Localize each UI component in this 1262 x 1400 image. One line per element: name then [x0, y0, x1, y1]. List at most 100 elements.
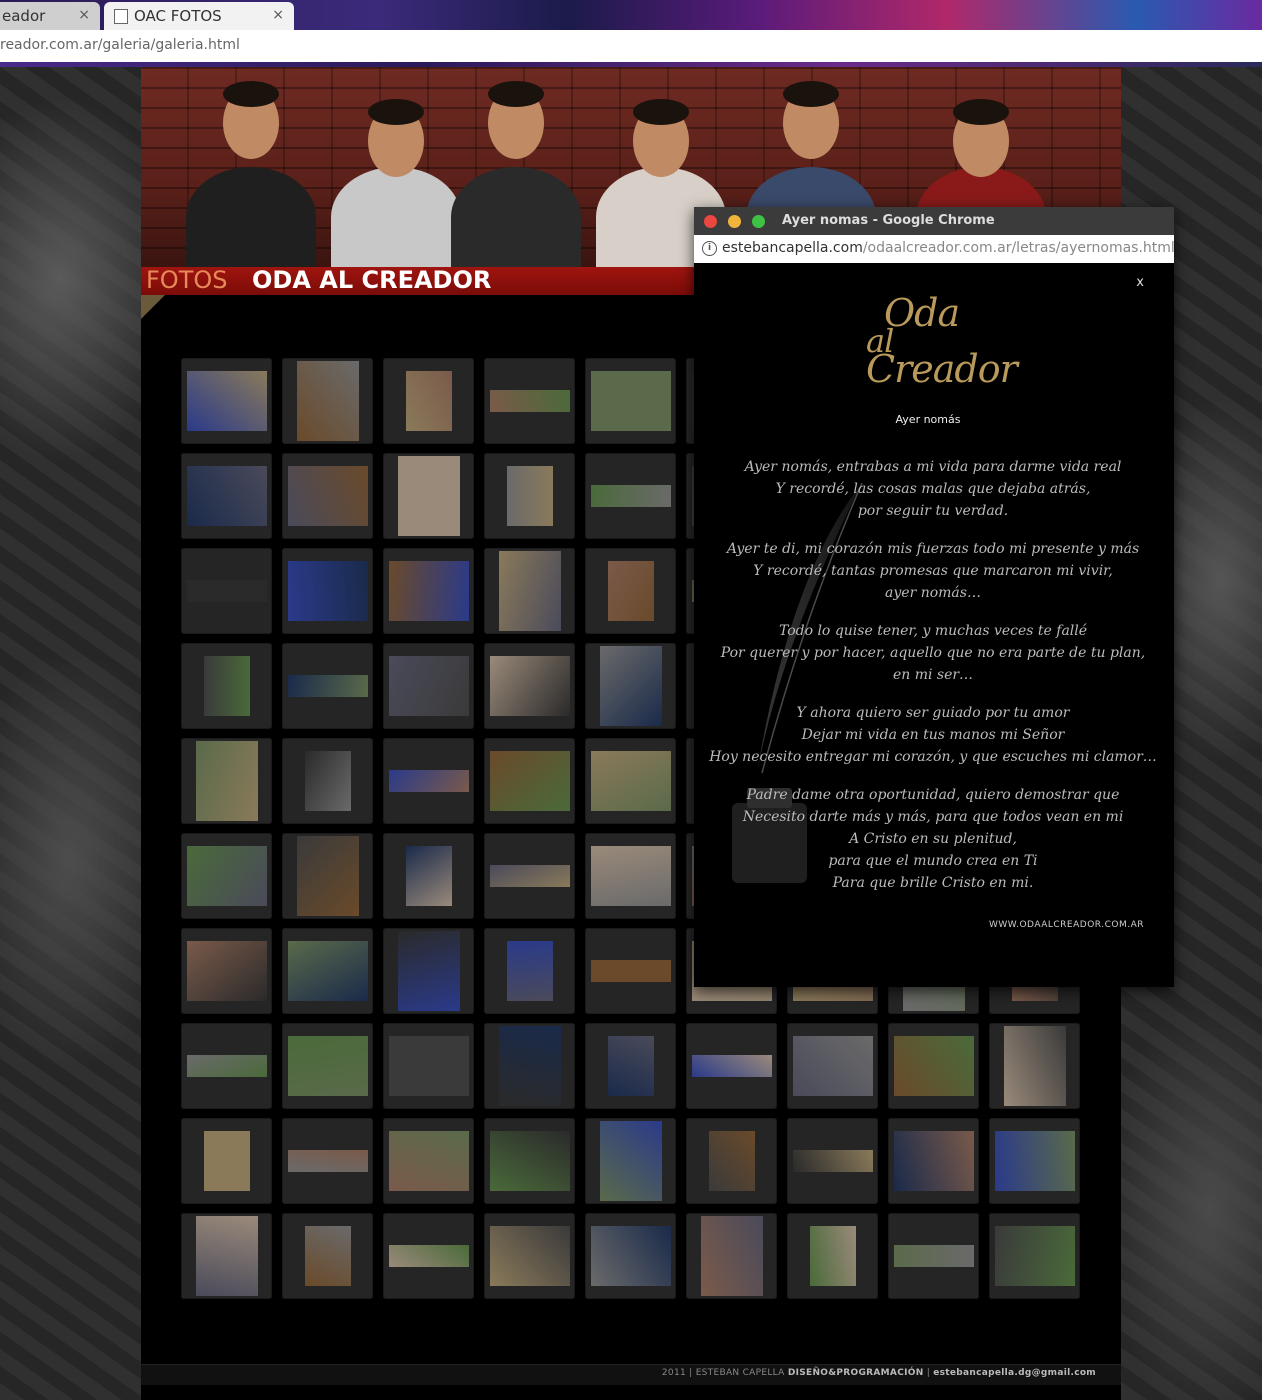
gallery-photo-thumbnail[interactable] [282, 453, 373, 539]
browser-tab-active[interactable]: OAC FOTOS × [104, 2, 294, 30]
gallery-photo-thumbnail[interactable] [585, 453, 676, 539]
close-window-icon[interactable] [704, 215, 717, 228]
lyric-stanza: Todo lo quise tener, y muchas veces te f… [694, 620, 1172, 686]
gallery-photo-thumbnail[interactable] [585, 1118, 676, 1204]
gallery-photo-thumbnail[interactable] [282, 1213, 373, 1299]
photo-image [287, 1036, 368, 1096]
photo-image [506, 466, 553, 526]
gallery-photo-thumbnail[interactable] [484, 928, 575, 1014]
tab-label: OAC FOTOS [134, 7, 222, 25]
band-member-hair [633, 99, 689, 125]
band-member-hair [488, 81, 544, 107]
gallery-photo-thumbnail[interactable] [787, 1118, 878, 1204]
popup-address-bar[interactable]: i estebancapella.com/odaalcreador.com.ar… [694, 235, 1175, 264]
gallery-photo-thumbnail[interactable] [585, 833, 676, 919]
website-link[interactable]: WWW.ODAALCREADOR.COM.AR [989, 920, 1144, 930]
gallery-photo-thumbnail[interactable] [181, 1023, 272, 1109]
browser-tab[interactable]: eador × [0, 2, 100, 30]
lyrics-content: x Oda al Creador Ayer nomás Ayer nomás, … [694, 263, 1174, 987]
gallery-photo-thumbnail[interactable] [383, 643, 474, 729]
gallery-photo-thumbnail[interactable] [787, 1213, 878, 1299]
photo-image [287, 1150, 368, 1172]
photo-image [607, 1036, 654, 1096]
gallery-photo-thumbnail[interactable] [585, 358, 676, 444]
gallery-photo-thumbnail[interactable] [686, 1213, 777, 1299]
tab-close-icon[interactable]: × [272, 2, 284, 28]
gallery-photo-thumbnail[interactable] [484, 358, 575, 444]
gallery-photo-thumbnail[interactable] [383, 453, 474, 539]
photo-image [304, 1226, 351, 1286]
gallery-photo-thumbnail[interactable] [989, 1118, 1080, 1204]
gallery-photo-thumbnail[interactable] [787, 1023, 878, 1109]
gallery-photo-thumbnail[interactable] [181, 833, 272, 919]
gallery-photo-thumbnail[interactable] [484, 833, 575, 919]
gallery-photo-thumbnail[interactable] [383, 928, 474, 1014]
gallery-photo-thumbnail[interactable] [989, 1213, 1080, 1299]
gallery-photo-thumbnail[interactable] [181, 643, 272, 729]
gallery-photo-thumbnail[interactable] [484, 643, 575, 729]
photo-image [186, 466, 267, 526]
minimize-window-icon[interactable] [728, 215, 741, 228]
lyric-line: Hoy necesito entregar mi corazón, y que … [709, 749, 1157, 765]
photo-image [195, 1216, 258, 1296]
gallery-photo-thumbnail[interactable] [484, 1213, 575, 1299]
photo-image [489, 1226, 570, 1286]
gallery-photo-thumbnail[interactable] [989, 1023, 1080, 1109]
address-url[interactable]: reador.com.ar/galeria/galeria.html [0, 37, 240, 53]
close-popup-link[interactable]: x [1136, 275, 1144, 290]
gallery-photo-thumbnail[interactable] [585, 928, 676, 1014]
gallery-photo-thumbnail[interactable] [383, 548, 474, 634]
gallery-photo-thumbnail[interactable] [484, 1118, 575, 1204]
gallery-photo-thumbnail[interactable] [888, 1118, 979, 1204]
gallery-photo-thumbnail[interactable] [181, 1118, 272, 1204]
gallery-photo-thumbnail[interactable] [282, 1023, 373, 1109]
gallery-photo-thumbnail[interactable] [383, 1213, 474, 1299]
gallery-photo-thumbnail[interactable] [484, 453, 575, 539]
song-title: Ayer nomás [895, 413, 961, 426]
lyric-line: Y recordé, tantas promesas que marcaron … [753, 563, 1113, 579]
lyric-line: Necesito darte más y más, para que todos… [742, 809, 1124, 825]
gallery-photo-thumbnail[interactable] [181, 928, 272, 1014]
gallery-photo-thumbnail[interactable] [484, 548, 575, 634]
gallery-photo-thumbnail[interactable] [585, 1213, 676, 1299]
gallery-photo-thumbnail[interactable] [585, 548, 676, 634]
gallery-photo-thumbnail[interactable] [686, 1023, 777, 1109]
gallery-photo-thumbnail[interactable] [383, 358, 474, 444]
gallery-photo-thumbnail[interactable] [282, 833, 373, 919]
gallery-photo-thumbnail[interactable] [484, 738, 575, 824]
gallery-photo-thumbnail[interactable] [282, 548, 373, 634]
gallery-photo-thumbnail[interactable] [282, 643, 373, 729]
gallery-photo-thumbnail[interactable] [282, 358, 373, 444]
tab-close-icon[interactable]: × [78, 2, 90, 28]
gallery-photo-thumbnail[interactable] [686, 1118, 777, 1204]
gallery-photo-thumbnail[interactable] [282, 928, 373, 1014]
gallery-photo-thumbnail[interactable] [585, 1023, 676, 1109]
gallery-photo-thumbnail[interactable] [383, 738, 474, 824]
gallery-photo-thumbnail[interactable] [282, 738, 373, 824]
gallery-photo-thumbnail[interactable] [888, 1023, 979, 1109]
gallery-photo-thumbnail[interactable] [282, 1118, 373, 1204]
gallery-photo-thumbnail[interactable] [181, 453, 272, 539]
photo-image [287, 561, 368, 621]
lyric-line: Y recordé, las cosas malas que dejaba at… [775, 481, 1091, 497]
gallery-photo-thumbnail[interactable] [181, 548, 272, 634]
gallery-photo-thumbnail[interactable] [383, 1023, 474, 1109]
gallery-photo-thumbnail[interactable] [585, 738, 676, 824]
photo-image [700, 1216, 763, 1296]
address-bar[interactable]: reador.com.ar/galeria/galeria.html [0, 30, 1262, 67]
photo-image [287, 941, 368, 1001]
gallery-photo-thumbnail[interactable] [383, 1118, 474, 1204]
info-icon[interactable]: i [702, 241, 717, 256]
gallery-photo-thumbnail[interactable] [484, 1023, 575, 1109]
maximize-window-icon[interactable] [752, 215, 765, 228]
gallery-photo-thumbnail[interactable] [383, 833, 474, 919]
footer-email-link[interactable]: estebancapella.dg@gmail.com [933, 1368, 1096, 1378]
gallery-photo-thumbnail[interactable] [181, 738, 272, 824]
lyric-stanza: Ayer nomás, entrabas a mi vida para darm… [694, 456, 1172, 522]
gallery-photo-thumbnail[interactable] [181, 1213, 272, 1299]
gallery-photo-thumbnail[interactable] [888, 1213, 979, 1299]
photo-image [388, 561, 469, 621]
gallery-photo-thumbnail[interactable] [181, 358, 272, 444]
gallery-photo-thumbnail[interactable] [585, 643, 676, 729]
footer-author: ESTEBAN CAPELLA [695, 1368, 785, 1378]
